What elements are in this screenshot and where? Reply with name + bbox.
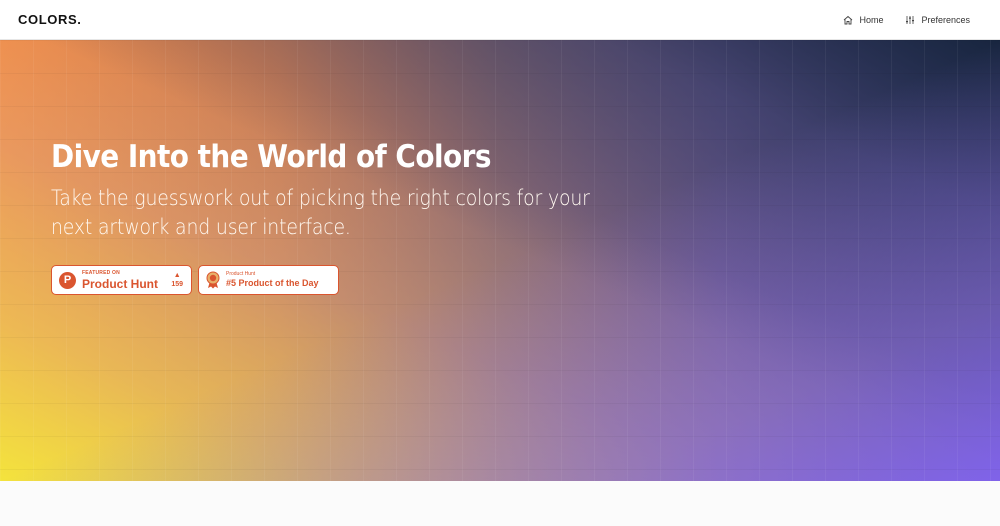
hero-subtitle: Take the guesswork out of picking the ri…: [51, 185, 590, 240]
medal-icon: [206, 271, 220, 289]
vote-count: 159: [171, 281, 183, 288]
badge-text: Product Hunt #5 Product of the Day: [226, 272, 319, 288]
nav-preferences-label: Preferences: [921, 14, 970, 25]
nav-preferences-link[interactable]: Preferences: [905, 15, 970, 25]
hero-title: Dive Into the World of Colors: [51, 139, 491, 175]
nav-home-label: Home: [859, 14, 884, 25]
hero-pixel-grid: [0, 40, 1000, 481]
hero-section: [0, 40, 1000, 481]
badge-small-text: FEATURED ON: [82, 269, 120, 276]
producthunt-icon: P: [59, 271, 76, 289]
nav-home-link[interactable]: Home: [843, 15, 883, 25]
sliders-icon: [906, 15, 915, 24]
producthunt-featured-badge[interactable]: P FEATURED ON Product Hunt ▲ 159: [51, 265, 192, 295]
badge-votes: ▲ 159: [171, 272, 183, 288]
badges-row: P FEATURED ON Product Hunt ▲ 159 Product…: [51, 265, 339, 295]
home-icon: [844, 15, 853, 24]
badge-small-text: Product Hunt: [226, 271, 256, 277]
badge-big-text: Product Hunt: [82, 276, 158, 291]
producthunt-day-badge[interactable]: Product Hunt #5 Product of the Day: [198, 265, 339, 295]
nav-links: Home Preferences: [843, 15, 970, 25]
badge-text: FEATURED ON Product Hunt: [82, 269, 158, 291]
content-area: [0, 481, 1000, 526]
upvote-icon: ▲: [173, 272, 181, 279]
top-navbar: COLORS. Home Preferences: [0, 0, 1000, 40]
badge-big-text: #5 Product of the Day: [226, 278, 319, 288]
hero-content: Dive Into the World of Colors Take the g…: [51, 139, 671, 242]
brand-logo[interactable]: COLORS.: [18, 12, 81, 27]
